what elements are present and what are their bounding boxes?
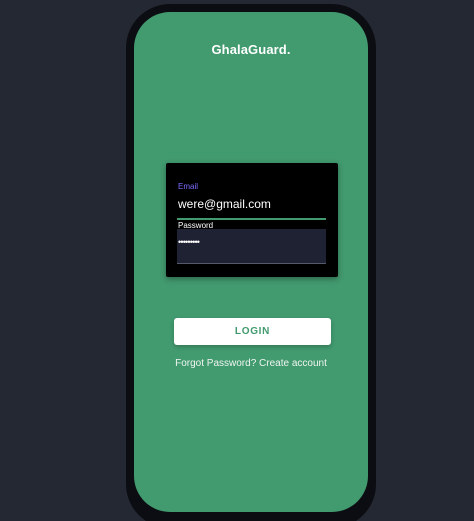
desktop-background: GhalaGuard. Email were@gmail.com Passwor… [0,0,474,521]
app-title: GhalaGuard. [211,42,291,57]
auth-links: Forgot Password? Create account [134,357,368,371]
password-label: Password [178,221,214,230]
email-field[interactable]: Email were@gmail.com [177,175,326,220]
login-form-card: Email were@gmail.com Password ••••••••• [166,163,338,277]
login-button[interactable]: LOGIN [174,318,331,345]
email-input-value[interactable]: were@gmail.com [178,197,271,211]
forgot-password-link[interactable]: Forgot Password? [175,358,256,369]
email-label: Email [178,182,199,191]
phone-frame: GhalaGuard. Email were@gmail.com Passwor… [126,4,376,521]
password-input-value[interactable]: ••••••••• [178,237,200,247]
app-screen: GhalaGuard. Email were@gmail.com Passwor… [134,12,368,512]
password-field[interactable]: Password ••••••••• [177,221,326,264]
create-account-link[interactable]: Create account [259,358,327,369]
